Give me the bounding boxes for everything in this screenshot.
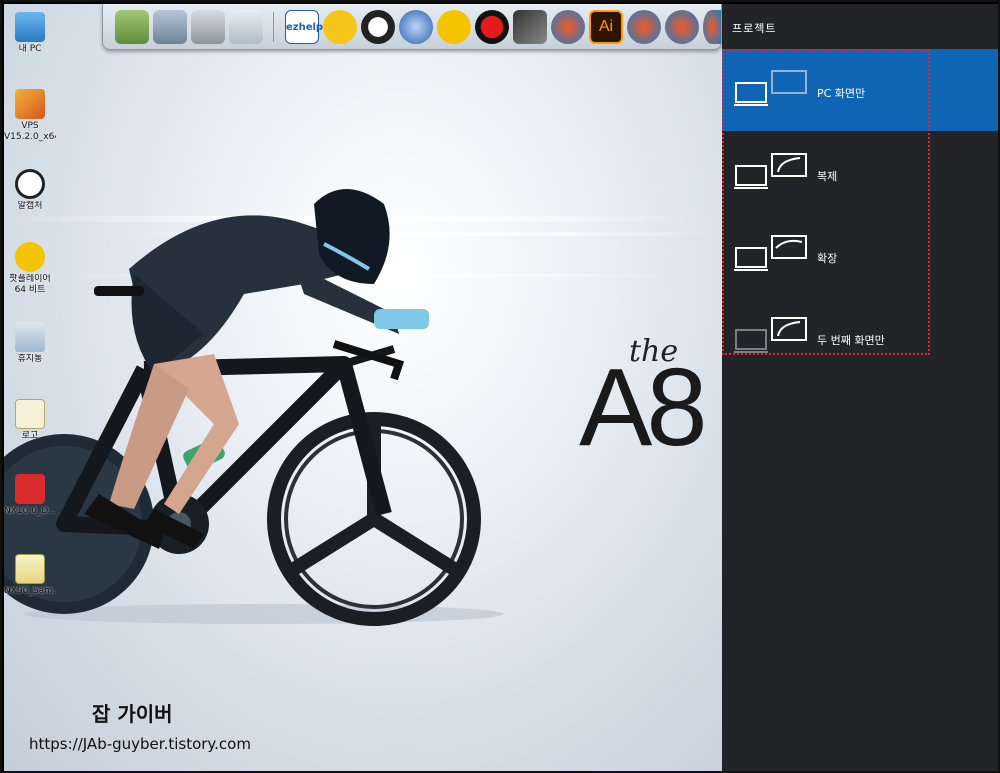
- recycle-bin-icon[interactable]: [229, 10, 263, 44]
- desktop-icon-label: 팟플레이어 64 비트: [9, 274, 51, 295]
- option-label: 확장: [817, 252, 838, 265]
- option-extend[interactable]: 확장: [722, 214, 998, 296]
- desktop-wallpaper: the A8 내 PC VPS V15.2.0_x64 알캡처 팟플레이어 64…: [4, 4, 722, 771]
- option-second-screen-only[interactable]: 두 번째 화면만: [722, 296, 998, 378]
- cyclist-illustration: [4, 189, 504, 626]
- media-disc-icon[interactable]: [399, 10, 433, 44]
- play-icon[interactable]: [437, 10, 471, 44]
- desktop-icon-this-pc[interactable]: 내 PC: [4, 12, 56, 55]
- signature-icon[interactable]: [513, 10, 547, 44]
- record-icon[interactable]: [475, 10, 509, 44]
- option-label: 두 번째 화면만: [817, 334, 885, 347]
- pc-screen-only-icon: [734, 70, 807, 106]
- picture-folder-icon[interactable]: [153, 10, 187, 44]
- brand-a8-text: A8: [579, 346, 708, 469]
- desktop-icon-vps[interactable]: VPS V15.2.0_x64: [4, 89, 56, 143]
- desktop-icon-pdf[interactable]: NX10.0_D...: [4, 474, 56, 517]
- project-panel: 프로젝트 PC 화면만 복제 확장 두 번째 화면만: [722, 4, 998, 771]
- tools-icon[interactable]: [191, 10, 225, 44]
- desktop-icon-label: 휴지통: [17, 354, 43, 364]
- desktop-icon-logo[interactable]: 로고: [4, 399, 56, 442]
- option-duplicate[interactable]: 복제: [722, 132, 998, 214]
- option-label: 복제: [817, 170, 838, 183]
- desktop-icon-recycle-bin[interactable]: 휴지통: [4, 322, 56, 365]
- play-icon: [15, 242, 45, 272]
- folder-icon[interactable]: [115, 10, 149, 44]
- duplicate-icon: [734, 153, 807, 189]
- panel-title: 프로젝트: [732, 22, 777, 35]
- pdf-icon: [15, 474, 45, 504]
- quick-launch-toolbar: ezhelp Ai: [102, 4, 722, 50]
- vps-app-icon: [15, 89, 45, 119]
- monitor-icon: [15, 12, 45, 42]
- document-icon: [15, 399, 45, 429]
- desktop-icon-label: 내 PC: [18, 44, 42, 54]
- extend-icon: [734, 235, 807, 271]
- desktop-icon-label: 알캡처: [17, 201, 43, 211]
- desktop-icon-label: NX10.0_D...: [4, 506, 56, 516]
- watermark-title: 잡 가이버: [92, 702, 173, 726]
- watermark-url: https://JAb-guyber.tistory.com: [29, 735, 251, 753]
- ezhelp-icon[interactable]: ezhelp: [285, 10, 323, 44]
- browser-icon[interactable]: [665, 10, 699, 44]
- desktop-icon-label: 로고: [21, 431, 39, 441]
- option-pc-screen-only[interactable]: PC 화면만: [722, 49, 998, 131]
- desktop-icon-media-player[interactable]: 팟플레이어 64 비트: [4, 242, 56, 296]
- desktop-icon-label: NX90_Sam...: [4, 586, 56, 596]
- magnifier-icon[interactable]: [323, 10, 357, 44]
- second-screen-only-icon: [734, 317, 807, 353]
- document-icon: [15, 554, 45, 584]
- desktop-icon-label: VPS V15.2.0_x64: [4, 121, 56, 142]
- desktop-icon-capture[interactable]: 알캡처: [4, 169, 56, 212]
- browser-icon[interactable]: [627, 10, 661, 44]
- tux-icon[interactable]: [361, 10, 395, 44]
- toolbar-separator: [273, 12, 274, 42]
- brand-logo: the A8: [579, 304, 722, 469]
- browser-icon[interactable]: [703, 10, 721, 44]
- capture-app-icon: [15, 169, 45, 199]
- illustrator-icon[interactable]: Ai: [589, 10, 623, 44]
- screen-frame: the A8 내 PC VPS V15.2.0_x64 알캡처 팟플레이어 64…: [0, 0, 1000, 773]
- desktop-icon-sam[interactable]: NX90_Sam...: [4, 554, 56, 597]
- option-label: PC 화면만: [817, 87, 866, 100]
- recycle-bin-icon: [15, 322, 45, 352]
- browser-icon[interactable]: [551, 10, 585, 44]
